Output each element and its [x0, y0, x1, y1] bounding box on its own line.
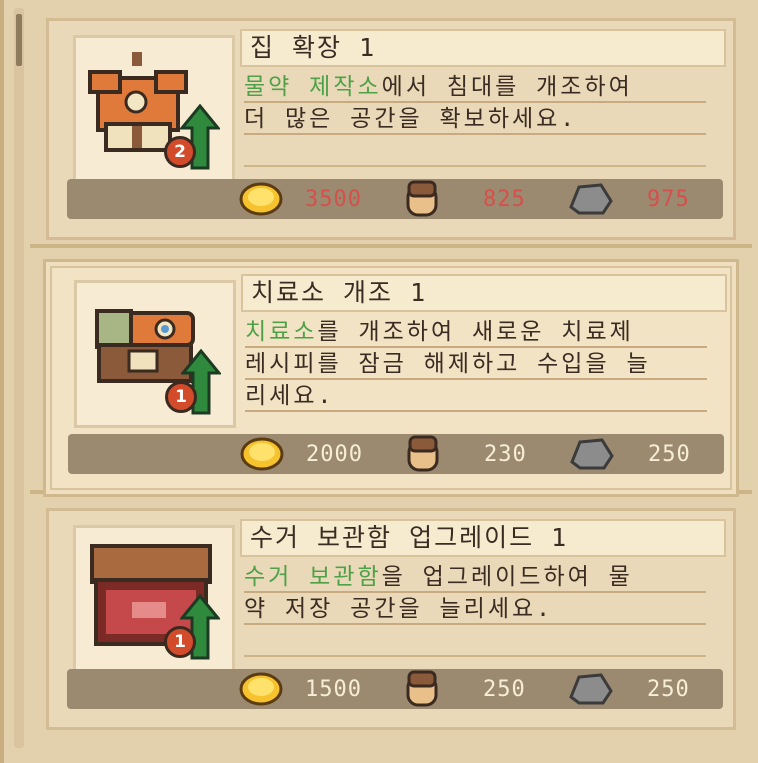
cost-bar: 3500 825 975 [67, 179, 723, 219]
description-text [244, 625, 706, 657]
upgrade-icon-box: 1 [73, 525, 235, 673]
description-text: 에서 침대를 개조하여 [381, 74, 633, 100]
stone-icon [569, 673, 613, 705]
description-text: 더 많은 공간을 확보하세요. [244, 103, 706, 135]
gold-coin-icon [239, 672, 283, 706]
description-text: 를 개조하여 새로운 치료제 [317, 319, 634, 345]
description-text: 약 저장 공간을 늘리세요. [244, 593, 706, 625]
description-highlight: 물약 제작소 [244, 74, 382, 100]
wood-log-icon [407, 435, 439, 472]
description-highlight: 치료소 [245, 319, 318, 345]
wood-cost: 250 [483, 676, 526, 702]
scrollbar-track[interactable] [14, 8, 24, 748]
wood-log-icon [406, 670, 438, 707]
upgrade-title: 수거 보관함 업그레이드 1 [240, 519, 726, 557]
upgrade-description: 수거 보관함을 업그레이드하여 물 약 저장 공간을 늘리세요. [244, 561, 706, 657]
wood-cost: 230 [484, 441, 527, 467]
upgrade-title: 집 확장 1 [240, 29, 726, 67]
wood-log-icon [406, 180, 438, 217]
level-badge: 1 [164, 626, 196, 658]
upgrade-description: 치료소를 개조하여 새로운 치료제 레시피를 잠금 해제하고 수입을 늘 리세요… [245, 316, 707, 412]
stone-icon [570, 438, 614, 470]
description-highlight: 수거 보관함 [244, 564, 382, 590]
description-text [244, 135, 706, 167]
upgrade-card-clinic[interactable]: 1 치료소 개조 1 치료소를 개조하여 새로운 치료제 레시피를 잠금 해제하… [46, 262, 736, 494]
upgrade-icon-box: 1 [74, 280, 236, 428]
upgrade-icon-box: 2 [73, 35, 235, 183]
stone-cost: 975 [647, 186, 690, 212]
upgrade-panel: 2 집 확장 1 물약 제작소에서 침대를 개조하여 더 많은 공간을 확보하세… [0, 0, 758, 763]
stone-cost: 250 [647, 676, 690, 702]
level-badge: 2 [164, 136, 196, 168]
description-text: 레시피를 잠금 해제하고 수입을 늘 [245, 348, 707, 380]
upgrade-card-storage[interactable]: 1 수거 보관함 업그레이드 1 수거 보관함을 업그레이드하여 물 약 저장 … [46, 508, 736, 730]
level-badge: 1 [165, 381, 197, 413]
cost-bar: 2000 230 250 [68, 434, 724, 474]
upgrade-title: 치료소 개조 1 [241, 274, 727, 312]
upgrade-card-house[interactable]: 2 집 확장 1 물약 제작소에서 침대를 개조하여 더 많은 공간을 확보하세… [46, 18, 736, 240]
scrollbar-thumb[interactable] [16, 14, 22, 66]
gold-coin-icon [239, 182, 283, 216]
stone-cost: 250 [648, 441, 691, 467]
cost-bar: 1500 250 250 [67, 669, 723, 709]
description-text: 리세요. [245, 380, 707, 412]
stone-icon [569, 183, 613, 215]
gold-coin-icon [240, 437, 284, 471]
divider [30, 244, 752, 248]
upgrade-description: 물약 제작소에서 침대를 개조하여 더 많은 공간을 확보하세요. [244, 71, 706, 167]
description-text: 을 업그레이드하여 물 [381, 564, 633, 590]
gold-cost: 1500 [305, 676, 362, 702]
gold-cost: 3500 [305, 186, 362, 212]
wood-cost: 825 [483, 186, 526, 212]
gold-cost: 2000 [306, 441, 363, 467]
